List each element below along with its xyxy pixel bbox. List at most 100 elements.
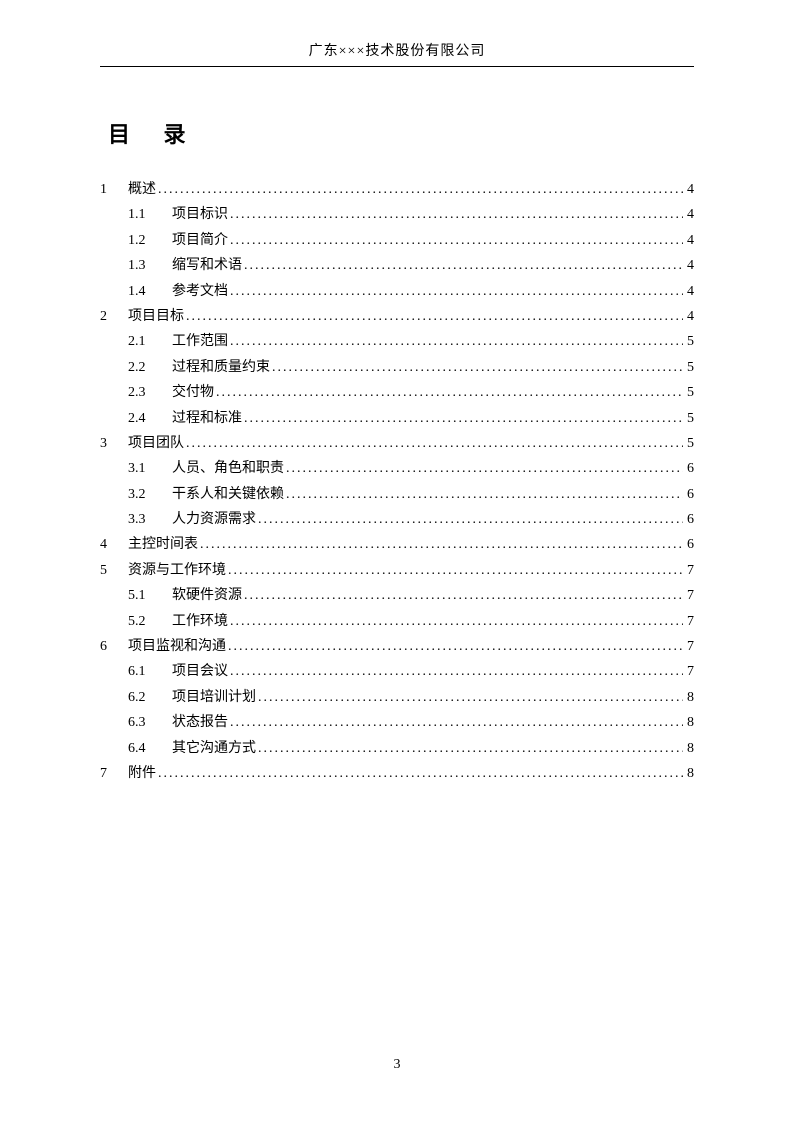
- toc-entry-label: 主控时间表: [128, 534, 198, 556]
- toc-entry-page: 4: [685, 281, 694, 303]
- toc-entry-page: 7: [685, 636, 694, 658]
- toc-entry-label: 交付物: [172, 382, 214, 404]
- toc-leader-dots: [286, 484, 683, 506]
- toc-leader-dots: [186, 433, 683, 455]
- toc-entry-label: 参考文档: [172, 281, 228, 303]
- toc-entry-number: 6.1: [128, 661, 172, 683]
- toc-entry: 3.3人力资源需求 6: [100, 509, 694, 531]
- toc-entry: 2.4过程和标准5: [100, 408, 694, 430]
- toc-entry: 6.1项目会议7: [100, 661, 694, 683]
- toc-entry-number: 6: [100, 636, 128, 658]
- toc-entry-page: 5: [685, 331, 694, 353]
- toc-entry-number: 2.1: [128, 331, 172, 353]
- toc-entry-number: 1: [100, 179, 128, 201]
- toc-entry-label: 干系人和关键依赖: [172, 484, 284, 506]
- toc-entry: 6项目监视和沟通 7: [100, 636, 694, 658]
- toc-entry-label: 工作环境: [172, 611, 228, 633]
- toc-leader-dots: [158, 179, 683, 201]
- toc-leader-dots: [230, 204, 683, 226]
- page-header: 广东×××技术股份有限公司: [100, 40, 694, 67]
- toc-entry: 1.3缩写和术语 4: [100, 255, 694, 277]
- toc-entry: 5.2工作环境7: [100, 611, 694, 633]
- toc-entry-number: 3.2: [128, 484, 172, 506]
- table-of-contents: 1概述41.1项目标识41.2项目简介41.3缩写和术语41.4参考文档42项目…: [100, 179, 694, 785]
- toc-entry-number: 6.3: [128, 712, 172, 734]
- toc-entry-number: 3.1: [128, 458, 172, 480]
- toc-entry-number: 2.2: [128, 357, 172, 379]
- toc-entry-page: 4: [685, 255, 694, 277]
- toc-leader-dots: [230, 712, 683, 734]
- toc-entry-page: 5: [685, 357, 694, 379]
- toc-entry-page: 6: [685, 458, 694, 480]
- toc-title: 目 录: [108, 117, 694, 149]
- company-name: 广东×××技术股份有限公司: [309, 44, 486, 59]
- toc-entry-page: 6: [685, 484, 694, 506]
- toc-entry-label: 人员、角色和职责: [172, 458, 284, 480]
- toc-entry-number: 2: [100, 306, 128, 328]
- toc-entry-label: 状态报告: [172, 712, 228, 734]
- toc-entry: 3.2干系人和关键依赖 6: [100, 484, 694, 506]
- toc-entry-label: 过程和质量约束: [172, 357, 270, 379]
- toc-entry-number: 7: [100, 763, 128, 785]
- toc-entry-label: 缩写和术语: [172, 255, 242, 277]
- toc-leader-dots: [230, 611, 683, 633]
- toc-entry-number: 1.3: [128, 255, 172, 277]
- toc-leader-dots: [158, 763, 683, 785]
- toc-entry-number: 5.1: [128, 585, 172, 607]
- toc-entry: 4主控时间表6: [100, 534, 694, 556]
- toc-entry-label: 附件: [128, 763, 156, 785]
- toc-entry-page: 7: [685, 560, 694, 582]
- toc-entry-page: 4: [685, 204, 694, 226]
- toc-entry-number: 3.3: [128, 509, 172, 531]
- toc-leader-dots: [230, 661, 683, 683]
- toc-entry: 1.4参考文档4: [100, 281, 694, 303]
- toc-entry: 2.1工作范围 5: [100, 331, 694, 353]
- toc-leader-dots: [258, 738, 683, 760]
- toc-entry-label: 工作范围: [172, 331, 228, 353]
- toc-entry-label: 人力资源需求: [172, 509, 256, 531]
- toc-entry: 2.2过程和质量约束 5: [100, 357, 694, 379]
- toc-entry-number: 1.2: [128, 230, 172, 252]
- toc-entry-label: 项目目标: [128, 306, 184, 328]
- toc-entry-label: 资源与工作环境: [128, 560, 226, 582]
- toc-leader-dots: [216, 382, 683, 404]
- toc-entry: 6.4其它沟通方式 8: [100, 738, 694, 760]
- toc-entry-number: 6.4: [128, 738, 172, 760]
- toc-entry: 1.1项目标识4: [100, 204, 694, 226]
- toc-leader-dots: [244, 408, 683, 430]
- toc-entry-label: 项目监视和沟通: [128, 636, 226, 658]
- toc-leader-dots: [230, 230, 683, 252]
- toc-entry: 2.3交付物5: [100, 382, 694, 404]
- toc-entry-label: 项目培训计划: [172, 687, 256, 709]
- toc-entry-page: 5: [685, 408, 694, 430]
- toc-leader-dots: [244, 255, 683, 277]
- toc-leader-dots: [258, 687, 683, 709]
- toc-entry-number: 1.1: [128, 204, 172, 226]
- toc-entry: 2项目目标 4: [100, 306, 694, 328]
- toc-entry: 6.3状态报告8: [100, 712, 694, 734]
- toc-entry-page: 4: [685, 230, 694, 252]
- toc-leader-dots: [272, 357, 683, 379]
- page-number: 3: [394, 1057, 401, 1072]
- toc-entry-label: 项目简介: [172, 230, 228, 252]
- toc-entry-label: 软硬件资源: [172, 585, 242, 607]
- toc-leader-dots: [244, 585, 683, 607]
- toc-entry-number: 5: [100, 560, 128, 582]
- toc-entry-page: 7: [685, 661, 694, 683]
- toc-entry-page: 8: [685, 687, 694, 709]
- toc-entry-page: 8: [685, 738, 694, 760]
- toc-entry-number: 5.2: [128, 611, 172, 633]
- toc-leader-dots: [258, 509, 683, 531]
- toc-entry-page: 6: [685, 509, 694, 531]
- toc-entry-label: 过程和标准: [172, 408, 242, 430]
- toc-entry-number: 2.3: [128, 382, 172, 404]
- toc-entry-label: 其它沟通方式: [172, 738, 256, 760]
- toc-entry: 1.2项目简介 4: [100, 230, 694, 252]
- toc-entry-page: 7: [685, 585, 694, 607]
- toc-entry: 1概述4: [100, 179, 694, 201]
- toc-entry-page: 6: [685, 534, 694, 556]
- toc-leader-dots: [186, 306, 683, 328]
- toc-leader-dots: [286, 458, 683, 480]
- toc-entry-page: 4: [685, 306, 694, 328]
- toc-leader-dots: [230, 331, 683, 353]
